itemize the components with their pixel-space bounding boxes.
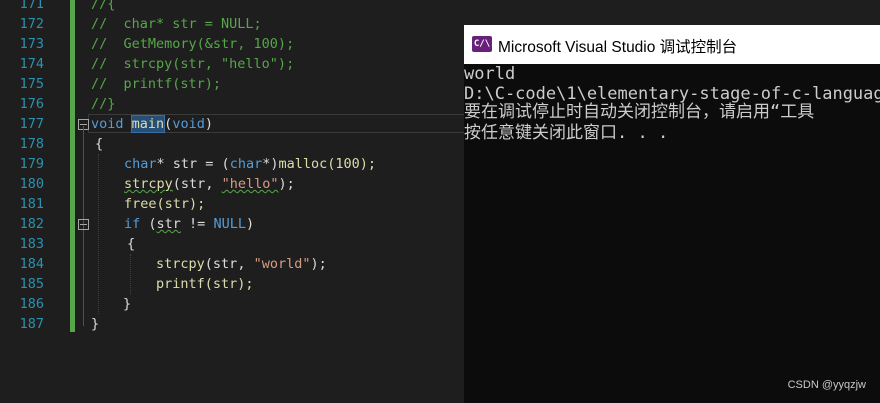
brace[interactable]: { [95, 134, 103, 154]
line-number: 171 [19, 0, 44, 12]
output-line: 按任意键关闭此窗口. . . [464, 123, 669, 143]
statement-free[interactable]: free(str); [124, 194, 205, 214]
comment-text[interactable]: // printf(str); [91, 74, 221, 94]
statement-if[interactable]: if (str != NULL) [124, 214, 254, 234]
indent-guide [130, 254, 132, 294]
console-titlebar[interactable]: C/\ Microsoft Visual Studio 调试控制台 [464, 25, 880, 64]
comment-text[interactable]: //} [91, 94, 115, 114]
statement-printf[interactable]: printf(str); [156, 274, 254, 294]
line-number: 172 [19, 16, 44, 32]
output-line: D:\C-code\1\elementary-stage-of-c-langua… [464, 84, 880, 104]
indent-guide [98, 154, 100, 314]
comment-text[interactable]: // strcpy(str, "hello"); [91, 54, 294, 74]
output-line: world [464, 64, 516, 84]
brace[interactable]: } [91, 314, 99, 334]
var-str: str [180, 176, 206, 192]
function-signature[interactable]: void main(void) [91, 114, 213, 134]
comment-text[interactable]: //{ [91, 0, 115, 14]
brace[interactable]: { [127, 234, 135, 254]
string-hello: "hello" [221, 176, 279, 192]
console-output[interactable]: world D:\C-code\1\elementary-stage-of-c-… [464, 64, 880, 403]
line-number: 174 [19, 56, 44, 72]
visual-studio-icon: C/\ [472, 36, 492, 52]
statement-malloc[interactable]: char* str = (char*)malloc(100); [124, 154, 376, 174]
console-title: Microsoft Visual Studio 调试控制台 [498, 39, 738, 56]
debug-console-window[interactable]: C/\ Microsoft Visual Studio 调试控制台 world … [464, 25, 880, 403]
line-number: 177 [19, 116, 44, 132]
comment-text[interactable]: // GetMemory(&str, 100); [91, 34, 294, 54]
var-str: str [172, 156, 198, 172]
line-number: 173 [19, 36, 44, 52]
line-number: 186 [19, 296, 44, 312]
comment-text[interactable]: // char* str = NULL; [91, 14, 262, 34]
line-number: 176 [19, 96, 44, 112]
output-line: 要在调试停止时自动关闭控制台，请启用“工具 [464, 102, 815, 122]
line-number: 178 [19, 136, 44, 152]
line-number: 183 [19, 236, 44, 252]
brace[interactable]: } [123, 294, 131, 314]
function-name-main: main [130, 115, 166, 133]
statement-strcpy-world[interactable]: strcpy(str, "world"); [156, 254, 327, 274]
macro-null: NULL [213, 216, 246, 232]
string-world: "world" [253, 256, 311, 272]
keyword-void: void [91, 116, 124, 132]
keyword-if: if [124, 216, 141, 232]
line-number: 185 [19, 276, 44, 292]
line-number: 179 [19, 156, 44, 172]
var-str: str [212, 256, 238, 272]
watermark: CSDN @yyqzjw [787, 379, 866, 391]
keyword-char: char [124, 156, 157, 172]
keyword-char: char [229, 156, 263, 172]
line-number: 180 [19, 176, 44, 192]
line-number: 184 [19, 256, 44, 272]
call-strcpy: strcpy [156, 256, 205, 272]
keyword-void: void [172, 116, 205, 132]
line-number: 181 [19, 196, 44, 212]
call-malloc: malloc(100); [278, 156, 377, 172]
line-number: 187 [19, 316, 44, 332]
collapse-toggle-icon[interactable] [78, 219, 89, 230]
line-number: 182 [19, 216, 44, 232]
call-strcpy: strcpy [124, 176, 173, 192]
code-line: 171 //{ [0, 0, 880, 14]
line-number: 175 [19, 76, 44, 92]
statement-strcpy-hello[interactable]: strcpy(str, "hello"); [124, 174, 295, 194]
var-str: str [156, 216, 181, 232]
